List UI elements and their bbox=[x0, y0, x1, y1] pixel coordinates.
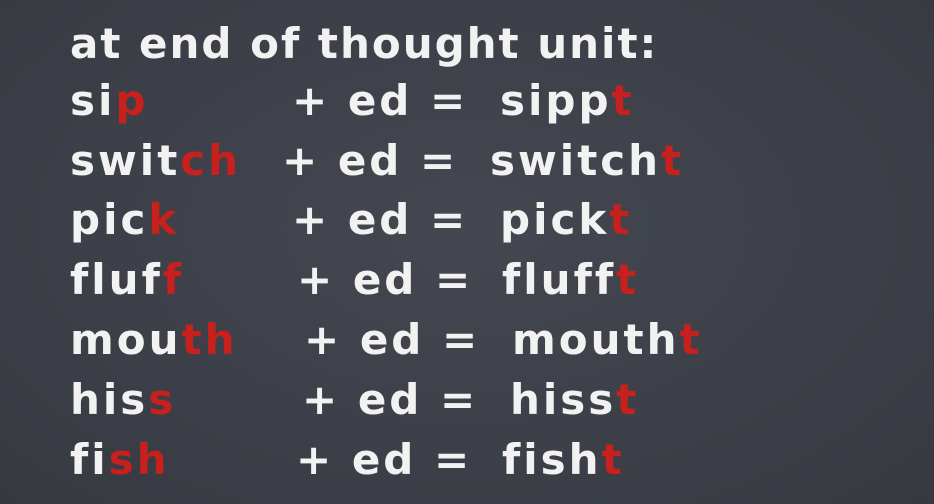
result-word: sippt bbox=[500, 76, 635, 125]
result-ending-highlight: t bbox=[616, 375, 640, 424]
word-row-fish: fish + ed = fisht bbox=[70, 432, 930, 488]
result-word: switcht bbox=[490, 136, 685, 185]
result-word: flufft bbox=[502, 255, 640, 304]
result-ending-highlight: t bbox=[611, 76, 635, 125]
result-ending-highlight: t bbox=[609, 195, 633, 244]
operator: + ed = bbox=[296, 435, 473, 484]
base-word: switch bbox=[70, 136, 242, 185]
word-row-sip: sip + ed = sippt bbox=[70, 73, 930, 129]
result-ending-highlight: t bbox=[616, 255, 640, 304]
word-row-pick: pick + ed = pickt bbox=[70, 192, 930, 248]
operator: + ed = bbox=[292, 76, 469, 125]
result-ending-highlight: t bbox=[601, 435, 625, 484]
word-row-mouth: mouth + ed = moutht bbox=[70, 312, 930, 368]
result-ending-highlight: t bbox=[661, 136, 685, 185]
word-row-fluff: fluff + ed = flufft bbox=[70, 252, 930, 308]
operator: + ed = bbox=[297, 255, 474, 304]
word-row-hiss: hiss + ed = hisst bbox=[70, 372, 930, 428]
base-ending-highlight: f bbox=[162, 255, 185, 304]
base-word: fluff bbox=[70, 255, 185, 304]
operator: + ed = bbox=[292, 195, 469, 244]
result-word: hisst bbox=[510, 375, 640, 424]
slide: at end of thought unit: sip + ed = sippt… bbox=[0, 0, 934, 504]
base-word: hiss bbox=[70, 375, 177, 424]
base-word: mouth bbox=[70, 315, 238, 364]
operator: + ed = bbox=[304, 315, 481, 364]
base-ending-highlight: s bbox=[148, 375, 177, 424]
operator: + ed = bbox=[302, 375, 479, 424]
base-ending-highlight: k bbox=[148, 195, 180, 244]
operator: + ed = bbox=[282, 136, 459, 185]
result-word: pickt bbox=[500, 195, 633, 244]
base-ending-highlight: th bbox=[181, 315, 238, 364]
base-word: pick bbox=[70, 195, 180, 244]
result-word: moutht bbox=[512, 315, 703, 364]
base-word: sip bbox=[70, 76, 149, 125]
result-word: fisht bbox=[502, 435, 625, 484]
slide-title: at end of thought unit: bbox=[70, 19, 659, 68]
result-ending-highlight: t bbox=[679, 315, 703, 364]
base-word: fish bbox=[70, 435, 170, 484]
base-ending-highlight: sh bbox=[108, 435, 170, 484]
base-ending-highlight: ch bbox=[180, 136, 242, 185]
word-row-switch: switch + ed = switcht bbox=[70, 133, 930, 189]
base-ending-highlight: p bbox=[115, 76, 149, 125]
